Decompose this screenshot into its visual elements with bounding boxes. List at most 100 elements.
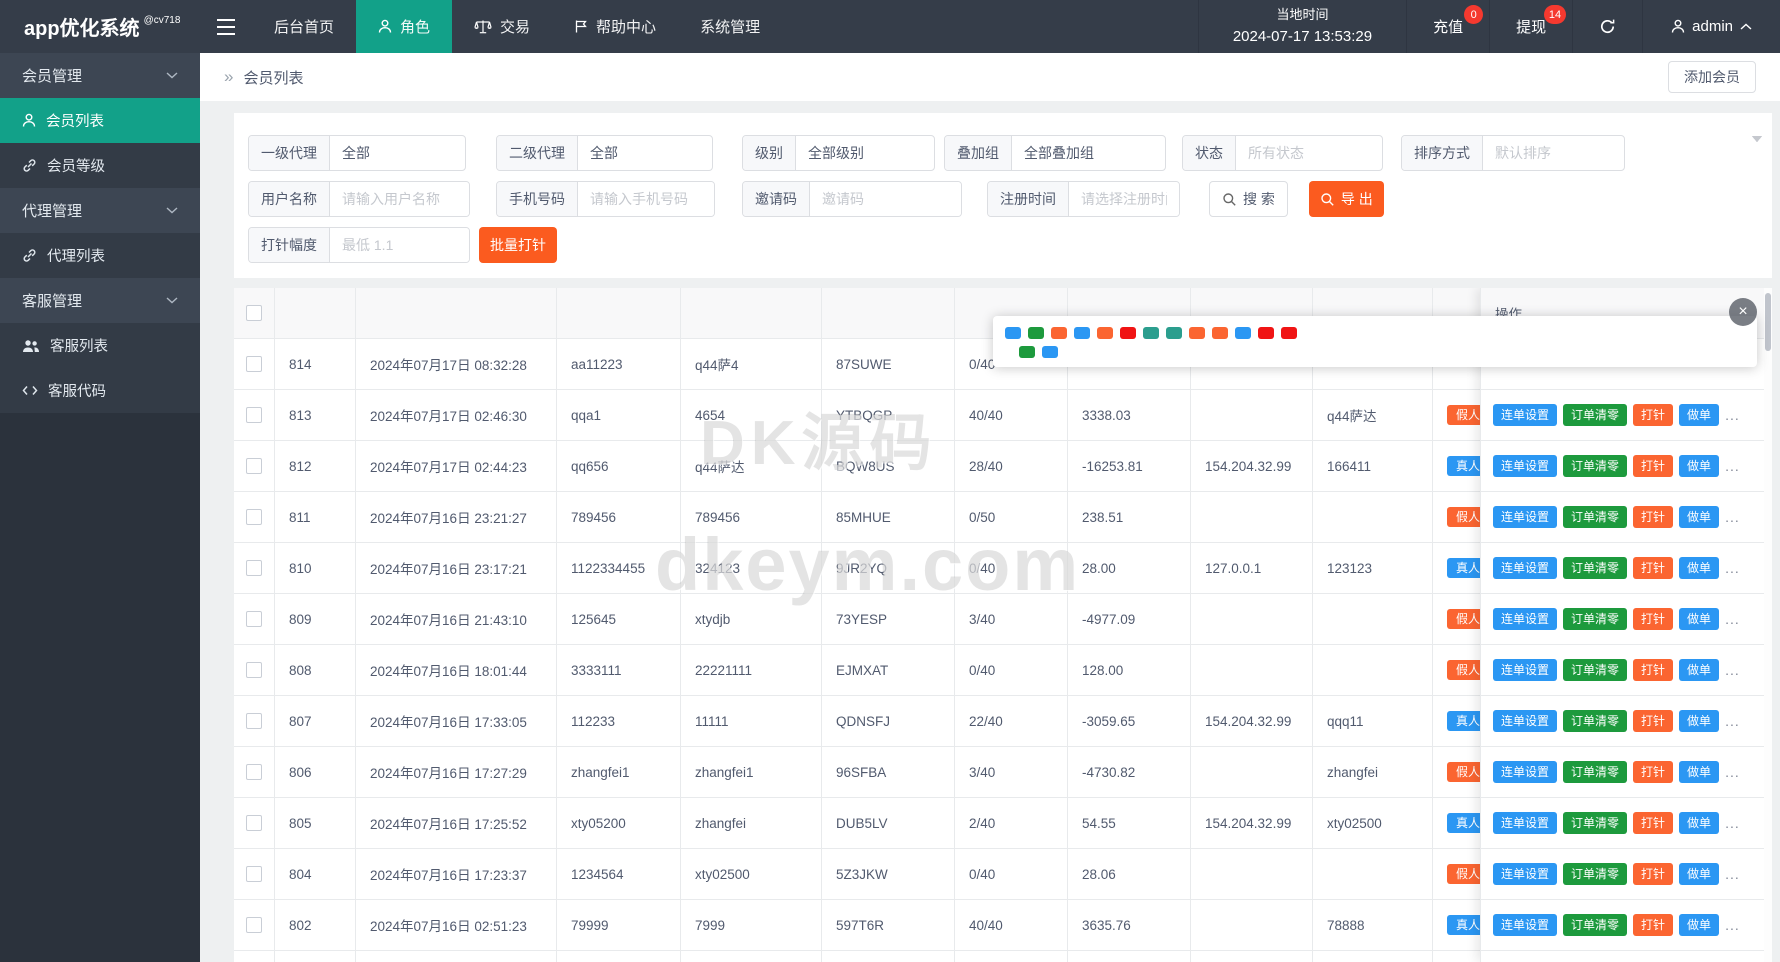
more-actions-button[interactable]: ... bbox=[1725, 917, 1740, 933]
more-actions-button[interactable]: ... bbox=[1725, 662, 1740, 678]
sidebar-entry[interactable]: 代理列表 bbox=[0, 233, 200, 278]
sidebar-entry[interactable]: 会员列表 bbox=[0, 98, 200, 143]
more-actions-button[interactable]: ... bbox=[1725, 560, 1740, 576]
top-menu-item[interactable]: 系统管理 bbox=[678, 0, 782, 53]
filter-select-value[interactable]: 所有状态 bbox=[1236, 136, 1382, 170]
sidebar-entry[interactable]: 会员等级 bbox=[0, 143, 200, 188]
menu-toggle-icon[interactable] bbox=[200, 0, 252, 53]
popup-action-button[interactable] bbox=[1166, 327, 1182, 339]
row-action-button[interactable]: 做单 bbox=[1679, 812, 1719, 834]
popup-action-button[interactable] bbox=[1212, 327, 1228, 339]
row-checkbox[interactable] bbox=[246, 356, 262, 372]
popup-action-button[interactable] bbox=[1281, 327, 1297, 339]
row-action-button[interactable]: 连单设置 bbox=[1493, 914, 1557, 936]
close-icon[interactable]: × bbox=[1729, 298, 1757, 326]
row-checkbox[interactable] bbox=[246, 764, 262, 780]
row-action-button[interactable]: 连单设置 bbox=[1493, 863, 1557, 885]
row-action-button[interactable]: 做单 bbox=[1679, 659, 1719, 681]
filter-select-value[interactable]: 全部级别 bbox=[796, 136, 934, 170]
filter-input[interactable] bbox=[578, 182, 714, 216]
row-action-button[interactable]: 订单清零 bbox=[1563, 761, 1627, 783]
row-action-button[interactable]: 订单清零 bbox=[1563, 863, 1627, 885]
row-action-button[interactable]: 打针 bbox=[1633, 812, 1673, 834]
filter-select-value[interactable]: 全部叠加组 bbox=[1012, 136, 1165, 170]
row-action-button[interactable]: 连单设置 bbox=[1493, 557, 1557, 579]
popup-action-button[interactable] bbox=[1097, 327, 1113, 339]
row-action-button[interactable]: 连单设置 bbox=[1493, 659, 1557, 681]
more-actions-button[interactable]: ... bbox=[1725, 509, 1740, 525]
row-action-button[interactable]: 打针 bbox=[1633, 455, 1673, 477]
row-action-button[interactable]: 打针 bbox=[1633, 404, 1673, 426]
filter-select-value[interactable]: 全部 bbox=[578, 136, 712, 170]
row-action-button[interactable]: 连单设置 bbox=[1493, 761, 1557, 783]
popup-action-button[interactable] bbox=[1235, 327, 1251, 339]
row-checkbox[interactable] bbox=[246, 509, 262, 525]
row-action-button[interactable]: 做单 bbox=[1679, 914, 1719, 936]
search-button[interactable]: 搜 索 bbox=[1209, 181, 1288, 217]
popup-action-button[interactable] bbox=[1258, 327, 1274, 339]
sidebar-entry[interactable]: 客服列表 bbox=[0, 323, 200, 368]
row-action-button[interactable]: 打针 bbox=[1633, 710, 1673, 732]
top-menu-item[interactable]: 角色 bbox=[356, 0, 452, 53]
more-actions-button[interactable]: ... bbox=[1725, 866, 1740, 882]
row-action-button[interactable]: 打针 bbox=[1633, 506, 1673, 528]
row-checkbox[interactable] bbox=[246, 815, 262, 831]
row-action-button[interactable]: 做单 bbox=[1679, 863, 1719, 885]
popup-action-button[interactable] bbox=[1019, 346, 1035, 358]
popup-action-button[interactable] bbox=[1120, 327, 1136, 339]
row-checkbox[interactable] bbox=[246, 713, 262, 729]
row-checkbox[interactable] bbox=[246, 560, 262, 576]
row-action-button[interactable]: 打针 bbox=[1633, 557, 1673, 579]
row-action-button[interactable]: 做单 bbox=[1679, 608, 1719, 630]
more-actions-button[interactable]: ... bbox=[1725, 713, 1740, 729]
row-action-button[interactable]: 订单清零 bbox=[1563, 557, 1627, 579]
row-checkbox[interactable] bbox=[246, 866, 262, 882]
user-menu[interactable]: admin bbox=[1642, 0, 1780, 53]
sidebar-entry[interactable]: 客服代码 bbox=[0, 368, 200, 413]
row-action-button[interactable]: 打针 bbox=[1633, 608, 1673, 630]
top-menu-item[interactable]: 交易 bbox=[452, 0, 552, 53]
row-action-button[interactable]: 打针 bbox=[1633, 761, 1673, 783]
more-actions-button[interactable]: ... bbox=[1725, 458, 1740, 474]
withdraw-button[interactable]: 提现 14 bbox=[1489, 0, 1572, 53]
row-action-button[interactable]: 连单设置 bbox=[1493, 455, 1557, 477]
export-button[interactable]: 导 出 bbox=[1309, 181, 1384, 217]
row-action-button[interactable]: 订单清零 bbox=[1563, 914, 1627, 936]
row-action-button[interactable]: 订单清零 bbox=[1563, 608, 1627, 630]
row-checkbox[interactable] bbox=[246, 611, 262, 627]
row-action-button[interactable]: 做单 bbox=[1679, 710, 1719, 732]
row-checkbox[interactable] bbox=[246, 662, 262, 678]
batch-inject-button[interactable]: 批量打针 bbox=[479, 227, 557, 263]
sidebar-entry[interactable]: 会员管理 bbox=[0, 53, 200, 98]
add-member-button[interactable]: 添加会员 bbox=[1668, 61, 1756, 93]
row-action-button[interactable]: 打针 bbox=[1633, 914, 1673, 936]
row-action-button[interactable]: 连单设置 bbox=[1493, 506, 1557, 528]
row-action-button[interactable]: 做单 bbox=[1679, 404, 1719, 426]
row-action-button[interactable]: 连单设置 bbox=[1493, 710, 1557, 732]
row-action-button[interactable]: 做单 bbox=[1679, 455, 1719, 477]
popup-action-button[interactable] bbox=[1189, 327, 1205, 339]
row-action-button[interactable]: 连单设置 bbox=[1493, 404, 1557, 426]
row-action-button[interactable]: 连单设置 bbox=[1493, 812, 1557, 834]
filter-select-value[interactable]: 全部 bbox=[330, 136, 465, 170]
row-action-button[interactable]: 订单清零 bbox=[1563, 710, 1627, 732]
inject-range-input[interactable] bbox=[330, 228, 469, 262]
row-action-button[interactable]: 打针 bbox=[1633, 659, 1673, 681]
sidebar-entry[interactable]: 客服管理 bbox=[0, 278, 200, 323]
refresh-button[interactable] bbox=[1572, 0, 1642, 53]
row-action-button[interactable]: 订单清零 bbox=[1563, 812, 1627, 834]
row-checkbox[interactable] bbox=[246, 407, 262, 423]
scrollbar-thumb[interactable] bbox=[1765, 293, 1771, 351]
popup-action-button[interactable] bbox=[1074, 327, 1090, 339]
more-actions-button[interactable]: ... bbox=[1725, 764, 1740, 780]
row-action-button[interactable]: 做单 bbox=[1679, 506, 1719, 528]
more-actions-button[interactable]: ... bbox=[1725, 611, 1740, 627]
select-all-checkbox[interactable] bbox=[246, 305, 262, 321]
row-action-button[interactable]: 订单清零 bbox=[1563, 455, 1627, 477]
row-action-button[interactable]: 订单清零 bbox=[1563, 404, 1627, 426]
filter-select-value[interactable]: 默认排序 bbox=[1483, 136, 1624, 170]
row-checkbox[interactable] bbox=[246, 917, 262, 933]
row-action-button[interactable]: 做单 bbox=[1679, 761, 1719, 783]
row-action-button[interactable]: 打针 bbox=[1633, 863, 1673, 885]
row-action-button[interactable]: 订单清零 bbox=[1563, 506, 1627, 528]
